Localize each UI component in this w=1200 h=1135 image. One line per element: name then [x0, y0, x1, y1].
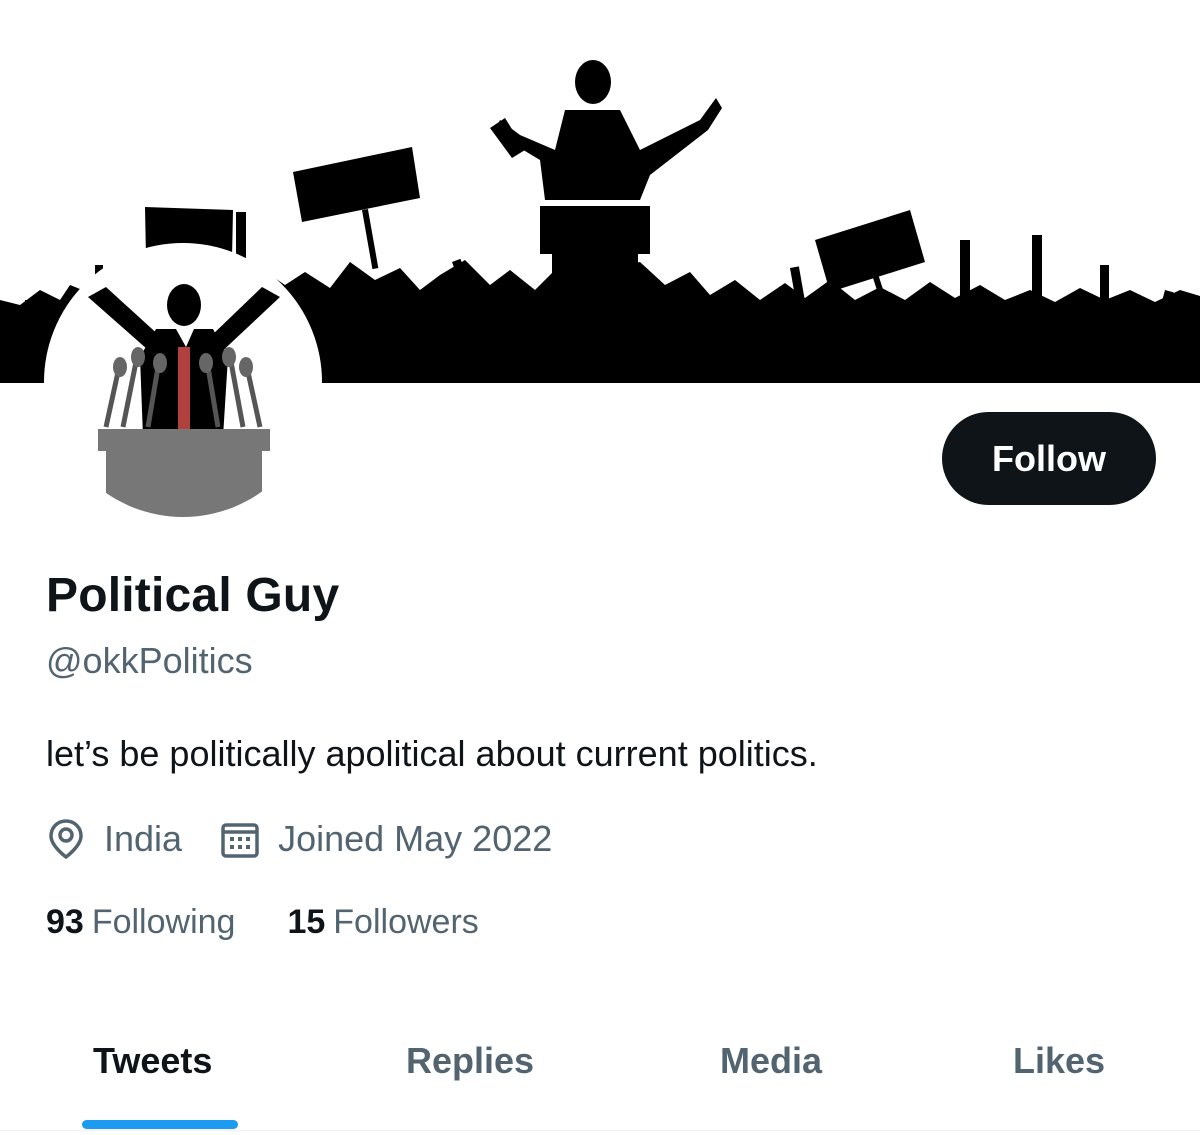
tabs-divider: [0, 1130, 1200, 1131]
profile-tabs: Tweets Replies Media Likes: [0, 1020, 1200, 1135]
location-item: India: [46, 817, 182, 861]
location-pin-icon: [49, 819, 83, 860]
active-tab-indicator: [82, 1120, 238, 1129]
following-count: 93: [46, 903, 84, 941]
display-name: Political Guy: [46, 569, 340, 622]
location-text: India: [104, 818, 183, 859]
following-link[interactable]: 93 Following: [46, 903, 235, 942]
profile-bio: let’s be politically apolitical about cu…: [46, 733, 818, 774]
user-handle: @okkPolitics: [46, 640, 253, 681]
followers-label: Followers: [333, 903, 479, 941]
profile-avatar[interactable]: [44, 243, 322, 521]
follow-button[interactable]: Follow: [942, 412, 1156, 505]
following-label: Following: [91, 903, 236, 941]
tab-tweets[interactable]: Tweets: [93, 1040, 212, 1082]
tab-likes[interactable]: Likes: [1013, 1040, 1105, 1082]
followers-link[interactable]: 15 Followers: [287, 903, 478, 942]
tab-media[interactable]: Media: [720, 1040, 822, 1082]
joined-text: Joined May 2022: [278, 818, 553, 859]
joined-item: Joined May 2022: [220, 818, 552, 860]
avatar-speaker-illustration: [48, 247, 318, 517]
profile-stats: 93 Following 15 Followers: [46, 903, 531, 942]
profile-meta: India Joined May 2022: [46, 815, 590, 863]
calendar-icon: [221, 823, 259, 858]
tab-replies[interactable]: Replies: [406, 1040, 534, 1082]
followers-count: 15: [287, 903, 326, 941]
